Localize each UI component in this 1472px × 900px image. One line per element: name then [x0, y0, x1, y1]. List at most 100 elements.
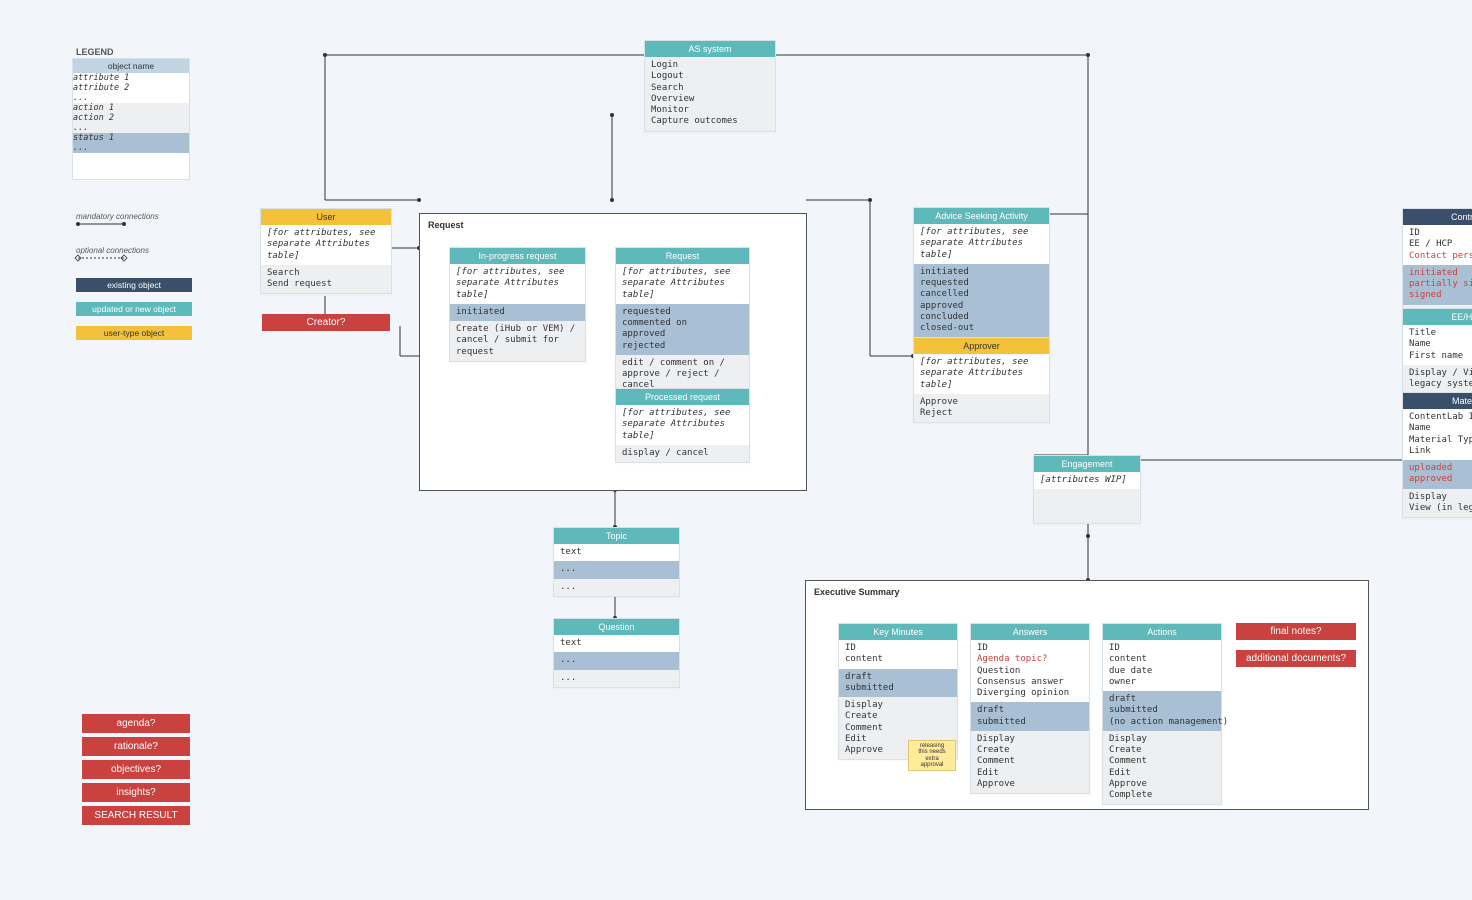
additional-docs: additional documents?	[1236, 650, 1356, 667]
side-search-result: SEARCH RESULT	[82, 806, 190, 825]
legend-updated: updated or new object	[76, 302, 192, 316]
engagement-card: Engagement [attributes WIP]	[1033, 455, 1141, 524]
request-status: requested commented on approved rejected	[616, 304, 749, 355]
side-agenda: agenda?	[82, 714, 190, 733]
request-title: Request	[616, 248, 749, 264]
as-capture: Capture outcomes	[651, 116, 738, 126]
material-card: Material ContentLab ID Name Material Typ…	[1402, 392, 1472, 518]
legend-object-name: object name	[73, 59, 189, 73]
side-rationale: rationale?	[82, 737, 190, 756]
as-search: Search	[651, 83, 684, 93]
legend-title: LEGEND	[76, 47, 114, 57]
question-title: Question	[554, 619, 679, 635]
key-minutes-note: releasing this needs extra approval	[908, 740, 956, 771]
answers-card: Answers ID Agenda topic? Question Consen…	[970, 623, 1090, 794]
topic-title: Topic	[554, 528, 679, 544]
user-attrs: [for attributes, see separate Attributes…	[261, 225, 391, 265]
as-monitor: Monitor	[651, 105, 689, 115]
approver-attrs: [for attributes, see separate Attributes…	[914, 354, 1049, 394]
inprogress-attrs: [for attributes, see separate Attributes…	[450, 264, 585, 304]
legend-dots2: ...	[73, 123, 88, 133]
approver-card: Approver [for attributes, see separate A…	[913, 337, 1050, 423]
answers-status: draft submitted	[971, 702, 1089, 731]
contract-title: Contract	[1403, 209, 1472, 225]
approver-actions: Approve Reject	[914, 394, 1049, 423]
eehcp-attrs: Title Name First name	[1403, 325, 1472, 365]
legend-dots3: ...	[73, 143, 88, 153]
inprogress-actions: Create (iHub or VEM) / cancel / submit f…	[450, 321, 585, 361]
contract-contact: Contact person(?)	[1409, 251, 1472, 261]
as-system-card: AS system Login Logout Search Overview M…	[644, 40, 776, 132]
processed-attrs: [for attributes, see separate Attributes…	[616, 405, 749, 445]
key-minutes-title: Key Minutes	[839, 624, 957, 640]
asa-status: initiated requested cancelled approved c…	[914, 264, 1049, 338]
answers-id: ID	[977, 643, 988, 653]
topic-dots: ...	[554, 561, 679, 578]
legend-status1: status 1	[73, 133, 114, 143]
actions-status: draft submitted (no action management)	[1103, 691, 1221, 731]
user-card: User [for attributes, see separate Attri…	[260, 208, 392, 294]
legend-attr1: attribute 1	[73, 73, 129, 83]
eehcp-title: EE/HCP	[1403, 309, 1472, 325]
as-system-title: AS system	[645, 41, 775, 57]
key-minutes-attrs: ID content	[839, 640, 957, 669]
inprogress-title: In-progress request	[450, 248, 585, 264]
question-card: Question text ... ...	[553, 618, 680, 688]
processed-title: Processed request	[616, 389, 749, 405]
legend-action1: action 1	[73, 103, 114, 113]
answers-actions: Display Create Comment Edit Approve	[971, 731, 1089, 793]
material-actions: Display View (in legacy system)	[1403, 489, 1472, 518]
side-insights: insights?	[82, 783, 190, 802]
as-overview: Overview	[651, 94, 694, 104]
inprogress-card: In-progress request [for attributes, see…	[449, 247, 586, 362]
key-minutes-status: draft submitted	[839, 669, 957, 698]
answers-agenda: Agenda topic?	[977, 654, 1047, 664]
answers-rest: Question Consensus answer Diverging opin…	[977, 666, 1069, 699]
side-objectives: objectives?	[82, 760, 190, 779]
legend-dots1: ...	[73, 93, 88, 103]
legend-mandatory: mandatory connections	[76, 212, 159, 221]
inprogress-status: initiated	[450, 304, 585, 321]
processed-card: Processed request [for attributes, see s…	[615, 388, 750, 463]
eehcp-card: EE/HCP Title Name First name Display / V…	[1402, 308, 1472, 394]
user-actions: Search Send request	[261, 265, 391, 294]
legend-attr2: attribute 2	[73, 83, 129, 93]
question-dots2: ...	[554, 670, 679, 687]
question-attr: text	[554, 635, 679, 652]
as-logout: Logout	[651, 71, 684, 81]
contract-status: initiated partially signed signed	[1403, 265, 1472, 305]
topic-dots2: ...	[554, 579, 679, 596]
contract-attrs: ID EE / HCP	[1409, 228, 1452, 249]
processed-actions: display / cancel	[616, 445, 749, 462]
actions-actions: Display Create Comment Edit Approve Comp…	[1103, 731, 1221, 805]
as-login: Login	[651, 60, 678, 70]
engagement-attrs: [attributes WIP]	[1034, 472, 1140, 489]
engagement-title: Engagement	[1034, 456, 1140, 472]
eehcp-actions: Display / View (in legacy system)	[1403, 365, 1472, 394]
approver-title: Approver	[914, 338, 1049, 354]
user-title: User	[261, 209, 391, 225]
material-attrs: ContentLab ID Name Material Type Link	[1403, 409, 1472, 460]
topic-card: Topic text ... ...	[553, 527, 680, 597]
legend-optional: optional connections	[76, 246, 149, 255]
topic-attr: text	[554, 544, 679, 561]
exec-title: Executive Summary	[806, 581, 1368, 597]
engagement-empty	[1034, 489, 1140, 523]
asa-card: Advice Seeking Activity [for attributes,…	[913, 207, 1050, 356]
request-attrs: [for attributes, see separate Attributes…	[616, 264, 749, 304]
actions-card: Actions ID content due date owner draft …	[1102, 623, 1222, 805]
request-group-title: Request	[420, 214, 806, 230]
answers-title: Answers	[971, 624, 1089, 640]
material-title: Material	[1403, 393, 1472, 409]
actions-title: Actions	[1103, 624, 1221, 640]
request-card: Request [for attributes, see separate At…	[615, 247, 750, 396]
final-notes: final notes?	[1236, 623, 1356, 640]
creator-card: Creator?	[262, 314, 390, 331]
material-status: uploaded approved	[1403, 460, 1472, 489]
actions-attrs: ID content due date owner	[1103, 640, 1221, 691]
asa-attrs: [for attributes, see separate Attributes…	[914, 224, 1049, 264]
legend-usertype: user-type object	[76, 326, 192, 340]
legend-container: object name attribute 1 attribute 2 ... …	[72, 58, 190, 180]
legend-action2: action 2	[73, 113, 114, 123]
asa-title: Advice Seeking Activity	[914, 208, 1049, 224]
